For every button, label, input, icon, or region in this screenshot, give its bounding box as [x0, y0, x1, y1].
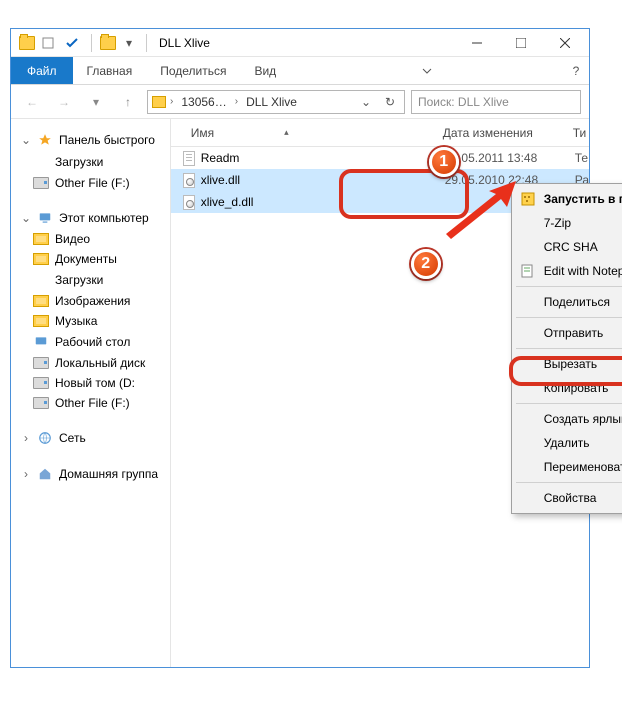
- nav-this-pc[interactable]: ⌄Этот компьютер: [11, 207, 170, 229]
- nav-network[interactable]: ›Сеть: [11, 427, 170, 449]
- menu-notepadpp[interactable]: Edit with Notepad++: [514, 259, 622, 283]
- nav-pictures[interactable]: Изображения: [11, 291, 170, 311]
- tab-file[interactable]: Файл: [11, 57, 73, 84]
- search-placeholder: Поиск: DLL Xlive: [418, 95, 509, 109]
- file-name: xlive.dll: [201, 173, 445, 187]
- col-name[interactable]: Имя▴: [183, 126, 443, 140]
- explorer-window: ▾ DLL Xlive Файл Главная Поделиться Вид …: [10, 28, 590, 668]
- qat-properties-icon[interactable]: [37, 32, 59, 54]
- file-type: Те: [575, 151, 588, 165]
- folder-icon: [19, 36, 35, 50]
- sort-asc-icon: ▴: [284, 127, 289, 138]
- menu-share[interactable]: Поделиться: [514, 290, 622, 314]
- crumb[interactable]: DLL Xlive: [242, 95, 301, 109]
- expand-ribbon-button[interactable]: [407, 57, 447, 84]
- breadcrumb[interactable]: › 13056… › DLL Xlive ⌄ ↻: [147, 90, 405, 114]
- window-title: DLL Xlive: [159, 36, 210, 50]
- window-controls: [455, 29, 587, 57]
- file-list-pane: Имя▴ Дата изменения Ти Readm 17.05.2011 …: [171, 119, 589, 667]
- nav-new-volume[interactable]: Новый том (D:: [11, 373, 170, 393]
- menu-separator: [516, 482, 622, 483]
- sandboxie-icon: [520, 191, 536, 207]
- column-headers: Имя▴ Дата изменения Ти: [171, 119, 589, 147]
- nav-downloads[interactable]: Загрузки: [11, 151, 170, 173]
- quick-access-toolbar: ▾: [13, 32, 140, 54]
- nav-other-file[interactable]: Other File (F:): [11, 173, 170, 193]
- maximize-button[interactable]: [499, 29, 543, 57]
- folder-icon: [152, 96, 166, 108]
- navigation-pane: ⌄Панель быстрого Загрузки Other File (F:…: [11, 119, 171, 667]
- menu-create-shortcut[interactable]: Создать ярлык: [514, 407, 622, 431]
- address-bar: ← → ▾ ↑ › 13056… › DLL Xlive ⌄ ↻ Поиск: …: [11, 85, 589, 119]
- ribbon-tabs: Файл Главная Поделиться Вид ?: [11, 57, 589, 85]
- menu-7zip[interactable]: 7-Zip▶: [514, 211, 622, 235]
- refresh-button[interactable]: ↻: [380, 95, 400, 109]
- file-row[interactable]: Readm 17.05.2011 13:48 Те: [171, 147, 589, 169]
- menu-cut[interactable]: Вырезать: [514, 352, 622, 376]
- separator: [146, 34, 147, 52]
- tab-view[interactable]: Вид: [240, 57, 290, 84]
- annotation-arrow: [441, 179, 521, 242]
- col-type[interactable]: Ти: [573, 126, 589, 140]
- nav-quick-access[interactable]: ⌄Панель быстрого: [11, 129, 170, 151]
- menu-properties[interactable]: Свойства: [514, 486, 622, 510]
- dll-file-icon: [183, 195, 195, 210]
- crumb[interactable]: 13056…: [177, 95, 230, 109]
- notepadpp-icon: [520, 263, 536, 279]
- tab-home[interactable]: Главная: [73, 57, 147, 84]
- menu-copy[interactable]: Копировать: [514, 376, 622, 400]
- context-menu: Запустить в песочнице 7-Zip▶ CRC SHA▶ Ed…: [511, 183, 622, 514]
- title-bar: ▾ DLL Xlive: [11, 29, 589, 57]
- dll-file-icon: [183, 173, 195, 188]
- qat-check-icon[interactable]: [61, 32, 83, 54]
- nav-desktop[interactable]: Рабочий стол: [11, 331, 170, 353]
- folder-icon: [100, 36, 116, 50]
- recent-dropdown[interactable]: ▾: [83, 89, 109, 115]
- col-date[interactable]: Дата изменения: [443, 126, 573, 140]
- help-button[interactable]: ?: [563, 57, 589, 84]
- file-name: xlive_d.dll: [201, 195, 445, 209]
- menu-sendto[interactable]: Отправить▶: [514, 321, 622, 345]
- nav-local-disk[interactable]: Локальный диск: [11, 353, 170, 373]
- text-file-icon: [183, 151, 195, 166]
- tab-share[interactable]: Поделиться: [146, 57, 240, 84]
- menu-separator: [516, 286, 622, 287]
- menu-separator: [516, 403, 622, 404]
- menu-separator: [516, 348, 622, 349]
- chevron-right-icon[interactable]: ›: [235, 96, 238, 107]
- search-input[interactable]: Поиск: DLL Xlive: [411, 90, 581, 114]
- file-date: 17.05.2011 13:48: [445, 151, 575, 165]
- menu-sandbox[interactable]: Запустить в песочнице: [514, 187, 622, 211]
- nav-downloads[interactable]: Загрузки: [11, 269, 170, 291]
- separator: [91, 34, 92, 52]
- nav-homegroup[interactable]: ›Домашняя группа: [11, 463, 170, 485]
- annotation-callout-1: 1: [429, 147, 459, 177]
- menu-separator: [516, 317, 622, 318]
- menu-rename[interactable]: Переименовать: [514, 455, 622, 479]
- qat-dropdown-icon[interactable]: ▾: [118, 32, 140, 54]
- nav-other-file[interactable]: Other File (F:): [11, 393, 170, 413]
- menu-delete[interactable]: Удалить: [514, 431, 622, 455]
- back-button[interactable]: ←: [19, 89, 45, 115]
- up-button[interactable]: ↑: [115, 89, 141, 115]
- file-name: Readm: [201, 151, 445, 165]
- address-dropdown[interactable]: ⌄: [356, 95, 376, 109]
- nav-music[interactable]: Музыка: [11, 311, 170, 331]
- nav-videos[interactable]: Видео: [11, 229, 170, 249]
- nav-documents[interactable]: Документы: [11, 249, 170, 269]
- chevron-right-icon[interactable]: ›: [170, 96, 173, 107]
- forward-button[interactable]: →: [51, 89, 77, 115]
- close-button[interactable]: [543, 29, 587, 57]
- annotation-callout-2: 2: [411, 249, 441, 279]
- minimize-button[interactable]: [455, 29, 499, 57]
- menu-crcsha[interactable]: CRC SHA▶: [514, 235, 622, 259]
